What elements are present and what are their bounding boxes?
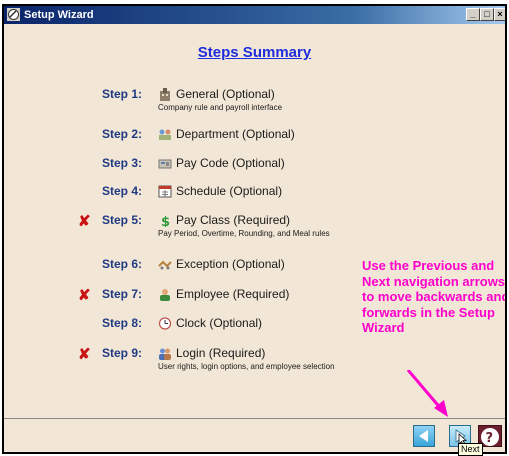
step-label: Department (Optional): [176, 127, 295, 141]
step-label: Pay Class (Required): [176, 213, 291, 227]
next-tooltip: Next: [458, 443, 483, 456]
minimize-button[interactable]: _: [466, 8, 480, 21]
department-icon: [159, 129, 171, 140]
required-mark-icon: ✘: [78, 346, 91, 363]
callout-arrow-icon: [406, 370, 448, 417]
window-title: Setup Wizard: [24, 9, 94, 21]
step-number: Step 3:: [102, 156, 143, 170]
exception-icon: [158, 260, 172, 270]
step-number: Step 9:: [102, 346, 143, 360]
navigation-bar: ?: [4, 418, 505, 452]
login-icon: [159, 348, 171, 360]
step-number: Step 8:: [102, 316, 143, 330]
step-description: User rights, login options, and employee…: [158, 362, 335, 371]
dollar-icon: $: [161, 215, 170, 227]
step-description: Pay Period, Overtime, Rounding, and Meal…: [158, 229, 330, 238]
calendar-icon: [158, 185, 172, 198]
pay-code-icon: [158, 159, 172, 169]
step-number: Step 4:: [102, 184, 143, 198]
step-label: General (Optional): [176, 87, 275, 101]
previous-button[interactable]: [413, 425, 435, 447]
building-icon: [160, 88, 170, 101]
step-label: Login (Required): [176, 346, 266, 360]
navigation-callout: Use the Previous and Next navigation arr…: [362, 258, 507, 335]
left-arrow-icon: [419, 430, 428, 442]
step-label: Clock (Optional): [176, 316, 263, 330]
maximize-button[interactable]: □: [480, 8, 494, 21]
step-number: Step 6:: [102, 257, 143, 271]
step-label: Employee (Required): [176, 287, 290, 301]
svg-text:?: ?: [486, 431, 494, 446]
setup-wizard-window: Setup Wizard _ □ × Steps Summary Step 1:…: [2, 4, 507, 454]
step-label: Pay Code (Optional): [176, 156, 285, 170]
step-number: Step 1:: [102, 87, 143, 101]
step-label: Exception (Optional): [176, 257, 285, 271]
clock-icon: [158, 317, 172, 330]
required-mark-icon: ✘: [78, 287, 91, 304]
step-description: Company rule and payroll interface: [158, 103, 283, 112]
required-mark-icon: ✘: [78, 213, 91, 230]
svg-text:$: $: [161, 215, 170, 227]
close-button[interactable]: ×: [494, 8, 505, 21]
wizard-app-icon: [7, 8, 20, 21]
page-title: Steps Summary: [197, 44, 312, 61]
step-number: Step 2:: [102, 127, 143, 141]
step-number: Step 5:: [102, 213, 143, 227]
employee-icon: [160, 289, 170, 301]
step-label: Schedule (Optional): [176, 184, 283, 198]
step-number: Step 7:: [102, 287, 143, 301]
title-bar[interactable]: Setup Wizard _ □ ×: [4, 6, 505, 24]
